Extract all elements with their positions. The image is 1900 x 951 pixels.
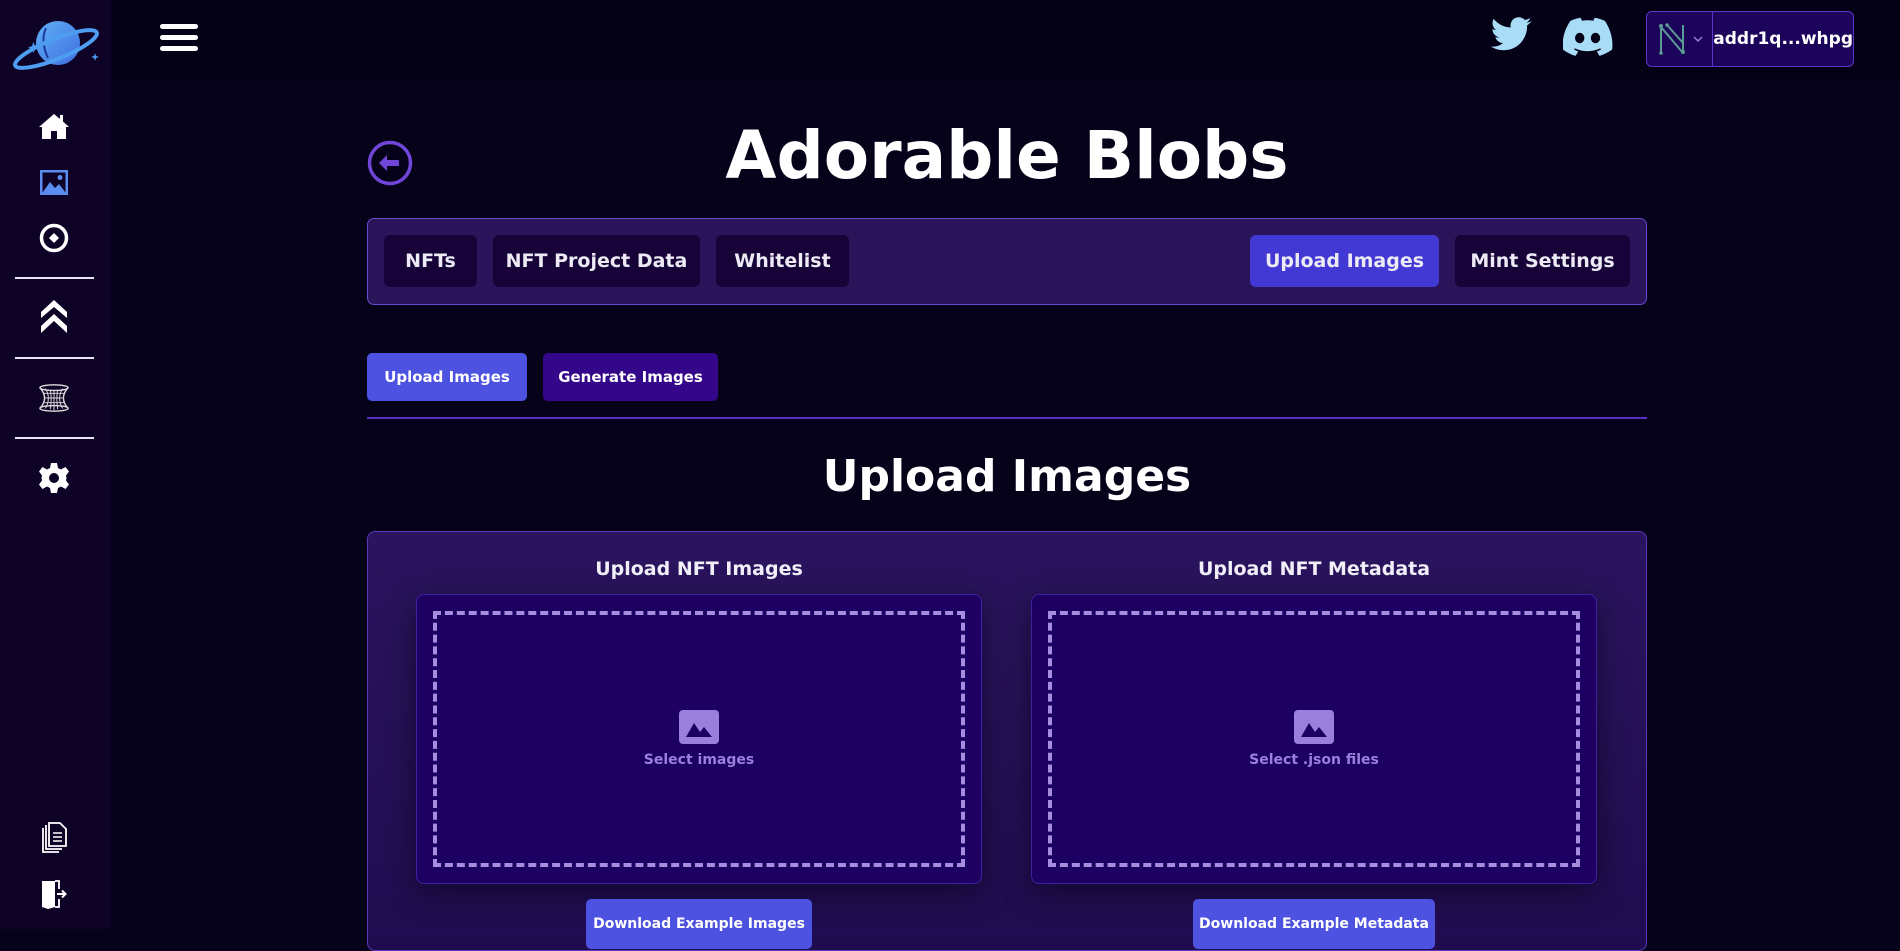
chevron-down-icon	[1693, 36, 1703, 42]
wormhole-icon	[39, 384, 69, 412]
tab-upload-images[interactable]: Upload Images	[1250, 235, 1439, 287]
page-title: Adorable Blobs	[725, 117, 1289, 194]
hamburger-icon	[160, 24, 198, 29]
metadata-dropzone-label: Select .json files	[1249, 752, 1379, 768]
sidebar-item-docs[interactable]	[38, 822, 70, 854]
download-example-images-button[interactable]: Download Example Images	[586, 899, 812, 949]
subtab-upload-images[interactable]: Upload Images	[367, 353, 527, 401]
section-divider	[367, 417, 1647, 419]
documents-icon	[42, 822, 67, 853]
metadata-dropzone[interactable]: Select .json files	[1048, 611, 1580, 867]
hamburger-line	[160, 35, 198, 40]
hamburger-line	[160, 46, 198, 51]
home-icon	[39, 114, 69, 139]
twitter-icon	[1490, 17, 1532, 51]
upload-images-card: Select images	[416, 594, 982, 884]
menu-toggle-button[interactable]	[160, 24, 198, 54]
image-icon	[40, 169, 68, 195]
tab-nfts[interactable]: NFTs	[384, 235, 477, 287]
top-bar	[111, 0, 1900, 80]
planet-logo[interactable]	[10, 16, 102, 72]
sidebar-divider	[15, 437, 94, 439]
sidebar	[0, 0, 111, 929]
sidebar-divider	[15, 357, 94, 359]
upload-images-title: Upload NFT Images	[595, 558, 803, 580]
sidebar-item-nft-gallery[interactable]	[38, 166, 70, 198]
sidebar-item-logout[interactable]	[38, 878, 70, 910]
upload-panel: Upload NFT Images Select images Download…	[367, 531, 1647, 951]
logout-icon	[42, 880, 67, 909]
upload-metadata-title: Upload NFT Metadata	[1197, 558, 1431, 580]
tab-whitelist[interactable]: Whitelist	[716, 235, 849, 287]
download-example-metadata-button[interactable]: Download Example Metadata	[1193, 899, 1435, 949]
wallet-address: addr1q...whpg	[1713, 29, 1853, 49]
wallet-connect-button[interactable]: addr1q...whpg	[1646, 11, 1854, 67]
section-title: Upload Images	[822, 451, 1192, 502]
image-placeholder-icon	[1294, 710, 1334, 744]
sidebar-item-settings[interactable]	[38, 462, 70, 494]
image-placeholder-icon	[679, 710, 719, 744]
discord-icon	[1562, 17, 1613, 56]
sidebar-item-home[interactable]	[38, 110, 70, 142]
sidebar-item-wormhole[interactable]	[38, 382, 70, 414]
upload-metadata-card: Select .json files	[1031, 594, 1597, 884]
chevrons-up-icon	[41, 300, 67, 333]
nami-wallet-icon	[1658, 23, 1685, 55]
discord-link[interactable]	[1562, 16, 1613, 60]
image-dropzone[interactable]: Select images	[433, 611, 965, 867]
image-dropzone-label: Select images	[643, 752, 755, 768]
subtab-generate-images[interactable]: Generate Images	[543, 353, 718, 401]
sidebar-item-staking[interactable]	[38, 300, 70, 333]
sidebar-item-token[interactable]	[38, 222, 70, 254]
tab-nft-project-data[interactable]: NFT Project Data	[493, 235, 700, 287]
wallet-provider-selector[interactable]	[1647, 12, 1714, 66]
project-tabs: NFTs NFT Project Data Whitelist Upload I…	[367, 218, 1647, 305]
gear-icon	[39, 463, 69, 493]
sidebar-divider	[15, 277, 94, 279]
twitter-link[interactable]	[1485, 16, 1535, 60]
tab-mint-settings[interactable]: Mint Settings	[1455, 235, 1630, 287]
token-icon	[39, 223, 69, 253]
